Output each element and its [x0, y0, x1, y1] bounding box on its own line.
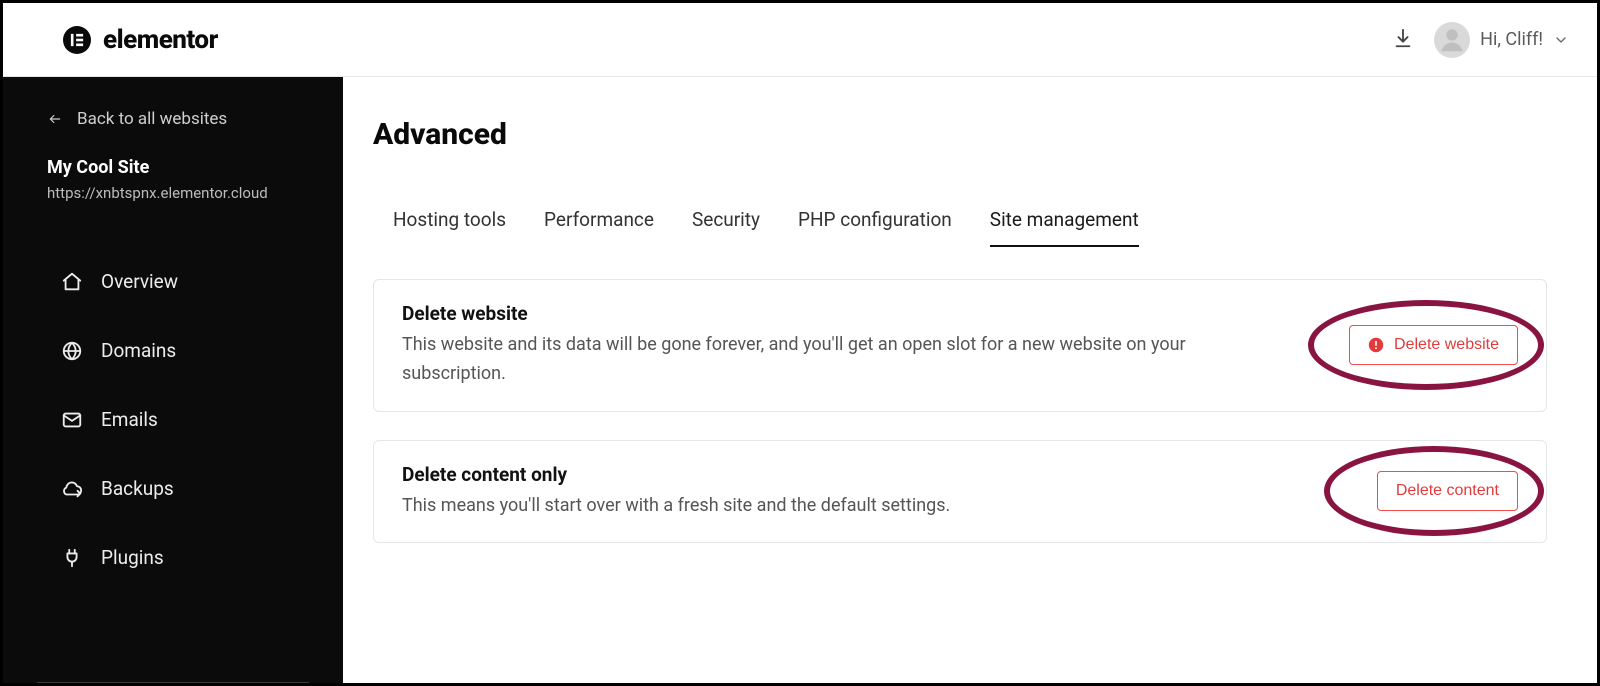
home-icon — [61, 271, 83, 293]
tab-hosting-tools[interactable]: Hosting tools — [393, 202, 506, 247]
tab-performance[interactable]: Performance — [544, 202, 654, 247]
sidebar-item-label: Plugins — [101, 546, 164, 569]
warning-icon — [1368, 337, 1384, 353]
brand-word: elementor — [103, 25, 218, 55]
sidebar-item-label: Overview — [101, 270, 178, 293]
back-to-all-websites[interactable]: Back to all websites — [3, 109, 343, 157]
tab-site-management[interactable]: Site management — [990, 202, 1139, 247]
card-desc: This means you'll start over with a fres… — [402, 492, 950, 521]
sidebar-item-backups[interactable]: Backups — [3, 457, 343, 520]
download-icon — [1392, 27, 1414, 49]
tabs: Hosting tools Performance Security PHP c… — [373, 202, 1547, 247]
sidebar-item-label: Domains — [101, 339, 176, 362]
card-desc: This website and its data will be gone f… — [402, 331, 1282, 389]
person-icon — [1437, 25, 1467, 55]
cloud-icon — [61, 478, 83, 500]
delete-website-button[interactable]: Delete website — [1349, 325, 1518, 365]
site-url: https://xnbtspnx.elementor.cloud — [47, 184, 303, 202]
download-button[interactable] — [1392, 27, 1414, 53]
card-title: Delete content only — [402, 463, 950, 486]
action-wrap: Delete website — [1349, 325, 1518, 365]
avatar — [1434, 22, 1470, 58]
topbar-right: Hi, Cliff! — [1392, 22, 1569, 58]
sidebar-item-emails[interactable]: Emails — [3, 388, 343, 451]
sidebar-item-domains[interactable]: Domains — [3, 319, 343, 382]
page-title: Advanced — [373, 117, 1547, 152]
card-text: Delete content only This means you'll st… — [402, 463, 950, 521]
back-label: Back to all websites — [77, 109, 227, 129]
user-menu[interactable]: Hi, Cliff! — [1434, 22, 1569, 58]
arrow-left-icon — [47, 112, 63, 126]
brand[interactable]: elementor — [63, 25, 218, 55]
delete-content-button[interactable]: Delete content — [1377, 471, 1518, 511]
card-text: Delete website This website and its data… — [402, 302, 1282, 389]
main: Advanced Hosting tools Performance Secur… — [343, 77, 1597, 683]
sidebar-item-label: Emails — [101, 408, 158, 431]
site-name: My Cool Site — [47, 157, 303, 178]
tab-php-configuration[interactable]: PHP configuration — [798, 202, 952, 247]
sidebar-item-plugins[interactable]: Plugins — [3, 526, 343, 589]
sidebar: Back to all websites My Cool Site https:… — [3, 77, 343, 683]
mail-icon — [61, 409, 83, 431]
chevron-down-icon — [1553, 32, 1569, 48]
sidebar-divider — [37, 682, 309, 683]
button-label: Delete website — [1394, 336, 1499, 354]
site-block: My Cool Site https://xnbtspnx.elementor.… — [3, 157, 343, 216]
sidebar-item-overview[interactable]: Overview — [3, 250, 343, 313]
card-delete-website: Delete website This website and its data… — [373, 279, 1547, 412]
app-frame: elementor Hi, Cliff! — [0, 0, 1600, 686]
elementor-logo-icon — [63, 26, 91, 54]
action-wrap: Delete content — [1377, 471, 1518, 511]
button-label: Delete content — [1396, 482, 1499, 500]
tab-security[interactable]: Security — [692, 202, 760, 247]
greeting-text: Hi, Cliff! — [1480, 29, 1543, 50]
sidebar-nav: Overview Domains Emails — [3, 250, 343, 589]
card-delete-content: Delete content only This means you'll st… — [373, 440, 1547, 544]
sidebar-item-label: Backups — [101, 477, 174, 500]
globe-icon — [61, 340, 83, 362]
body: Back to all websites My Cool Site https:… — [3, 77, 1597, 683]
plug-icon — [61, 547, 83, 569]
card-title: Delete website — [402, 302, 1282, 325]
topbar: elementor Hi, Cliff! — [3, 3, 1597, 77]
